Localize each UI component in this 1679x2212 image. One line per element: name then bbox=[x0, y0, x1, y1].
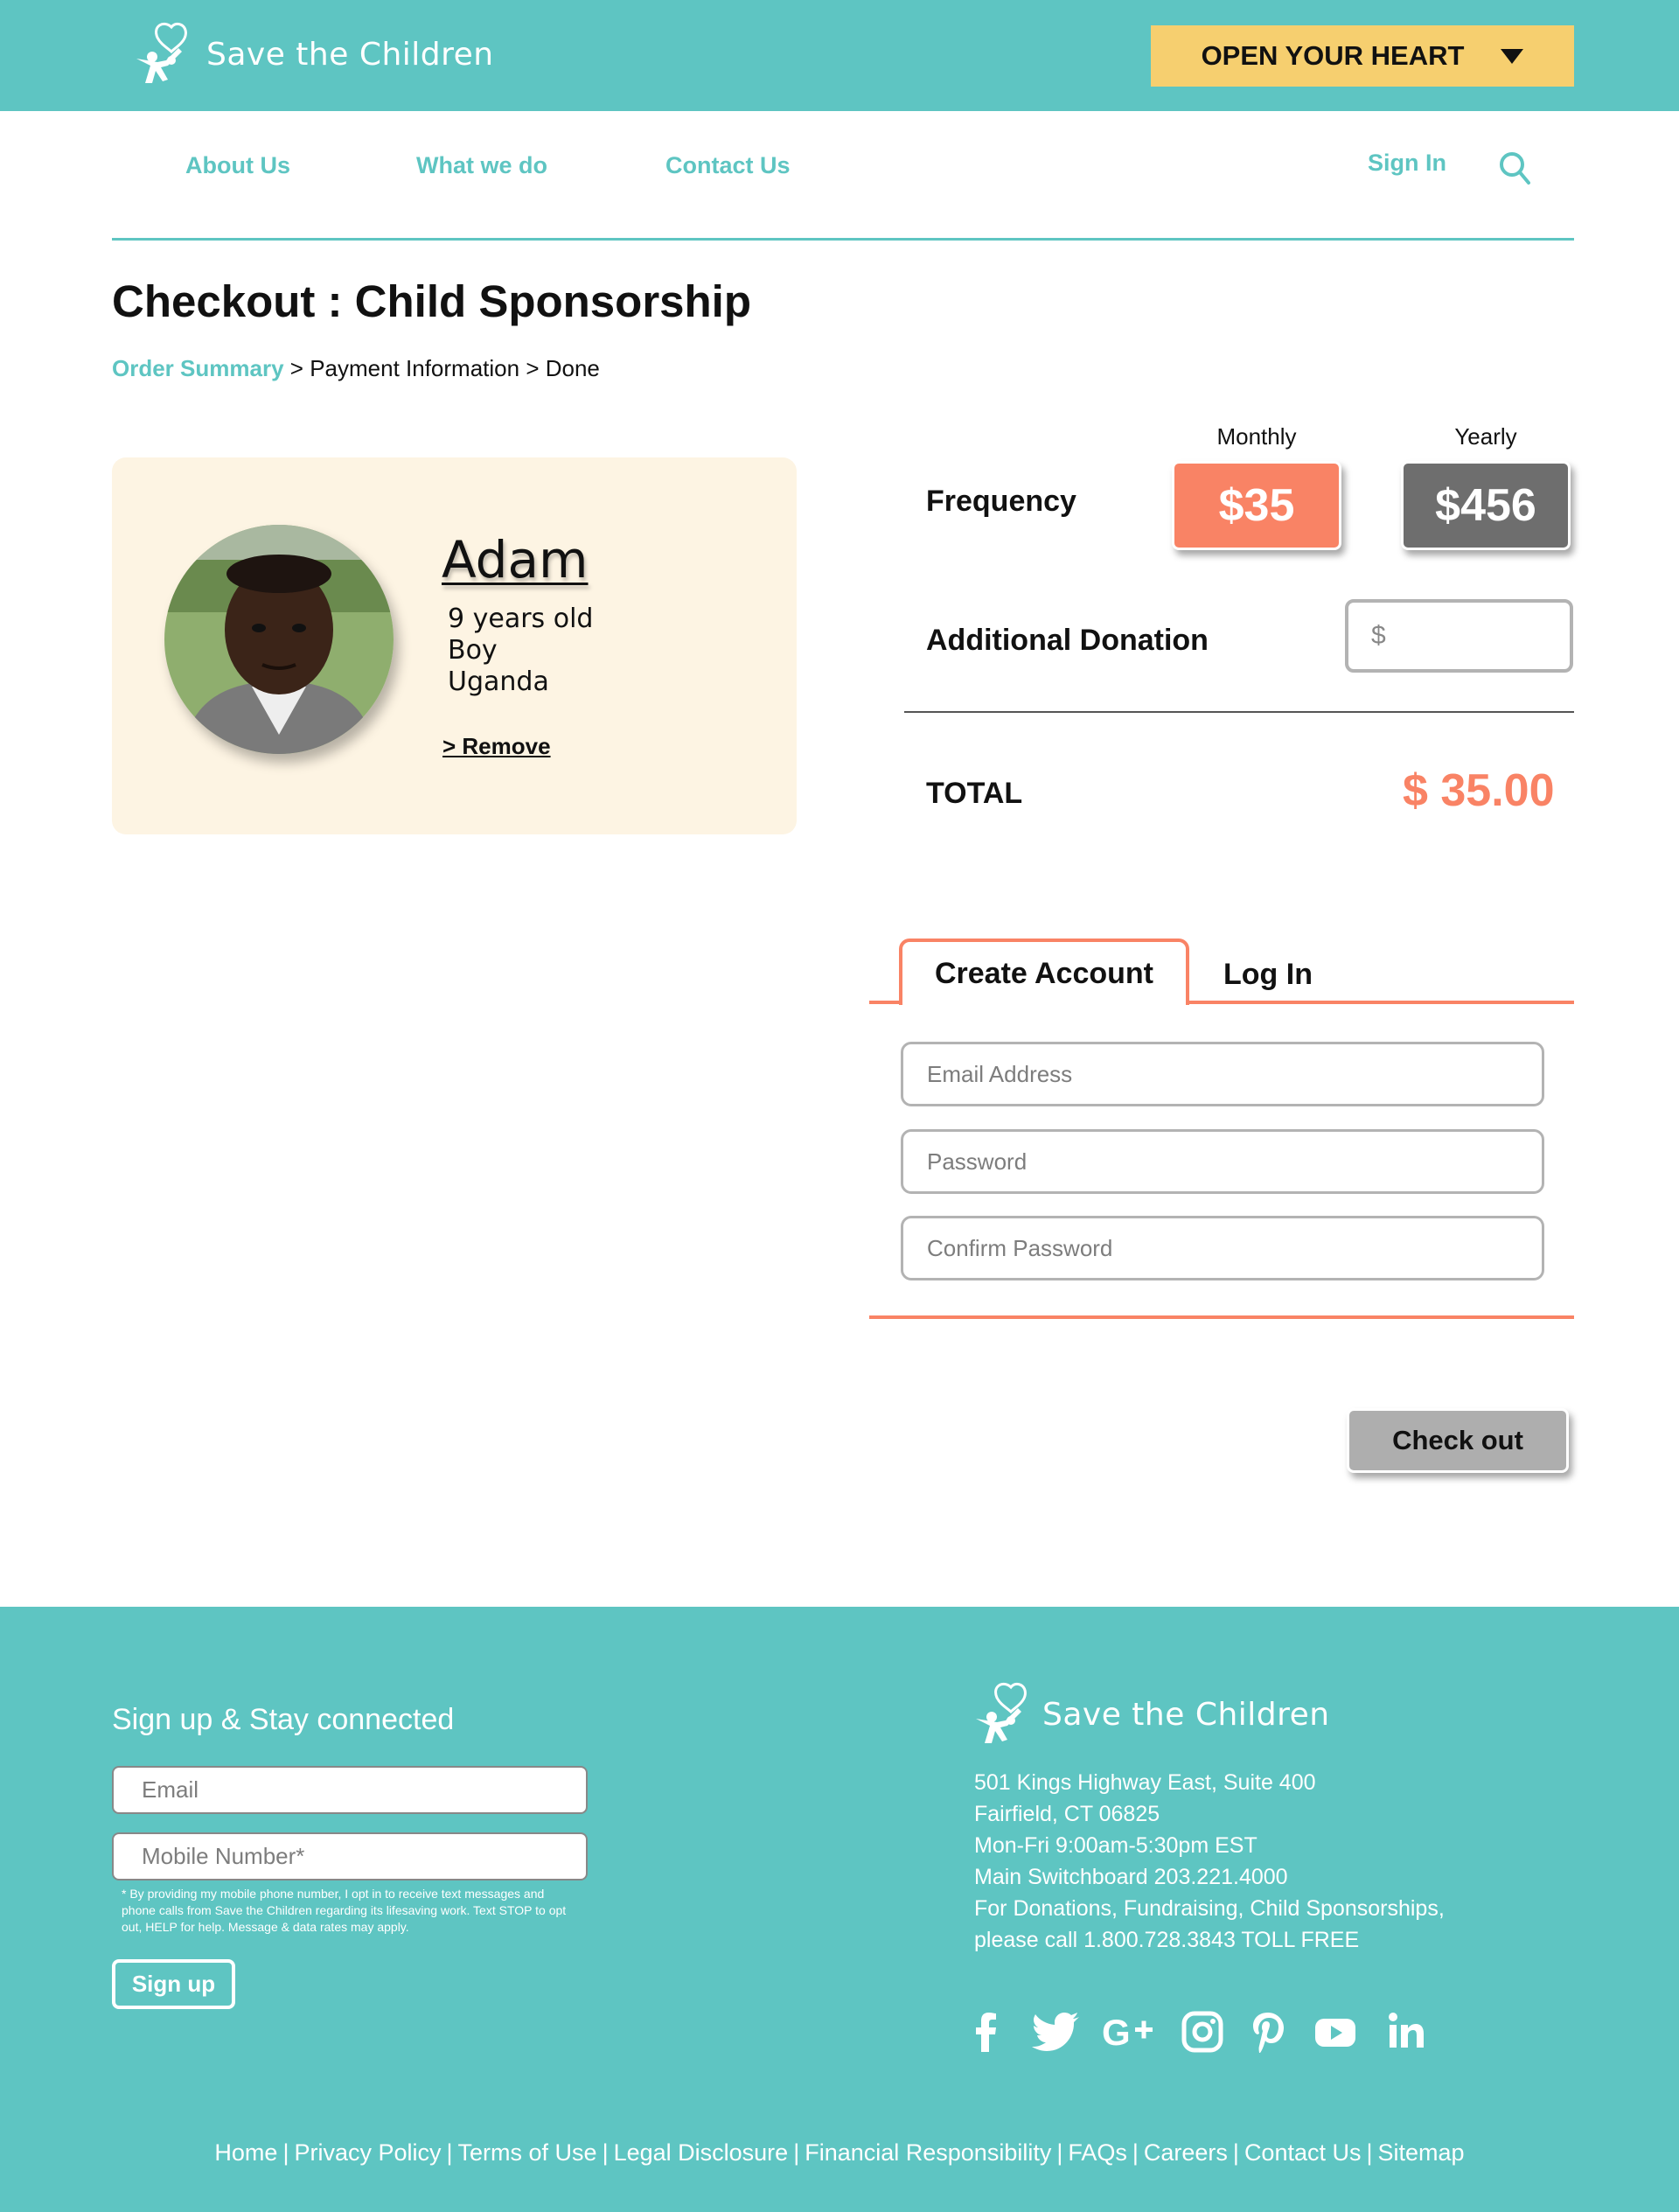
tab-create-account[interactable]: Create Account bbox=[899, 939, 1189, 1005]
checkout-label: Check out bbox=[1392, 1425, 1523, 1455]
footer-link-faqs[interactable]: FAQs bbox=[1068, 2139, 1127, 2166]
confirm-password-input[interactable] bbox=[901, 1216, 1544, 1280]
breadcrumb-separator: > bbox=[289, 355, 303, 381]
total-value: $ 35.00 bbox=[1403, 765, 1555, 816]
form-divider bbox=[869, 1315, 1574, 1319]
remove-link[interactable]: > Remove bbox=[442, 733, 551, 760]
footer-brand-name: Save the Children bbox=[1042, 1696, 1330, 1733]
monthly-option-button[interactable]: $35 bbox=[1172, 461, 1341, 550]
page-title: Checkout : Child Sponsorship bbox=[112, 276, 752, 326]
email-address-input[interactable] bbox=[901, 1042, 1544, 1106]
tab-create-account-label: Create Account bbox=[934, 956, 1154, 990]
child-name: Adam bbox=[442, 530, 589, 590]
sign-up-label: Sign up bbox=[131, 1971, 216, 1997]
child-photo bbox=[164, 525, 394, 754]
monthly-heading: Monthly bbox=[1216, 423, 1297, 450]
address-line: please call 1.800.728.3843 TOLL FREE bbox=[974, 1928, 1360, 1952]
footer-link-contact-us[interactable]: Contact Us bbox=[1244, 2139, 1362, 2166]
footer-heading: Sign up & Stay connected bbox=[112, 1703, 455, 1736]
breadcrumb-payment-information: Payment Information bbox=[310, 355, 520, 381]
footer-link-financial-responsibility[interactable]: Financial Responsibility bbox=[805, 2139, 1051, 2166]
chevron-down-icon bbox=[1501, 48, 1524, 64]
yearly-option-button[interactable]: $456 bbox=[1401, 461, 1571, 550]
total-divider bbox=[904, 711, 1574, 713]
open-your-heart-button[interactable]: OPEN YOUR HEART bbox=[1151, 25, 1574, 87]
breadcrumb-done: Done bbox=[545, 355, 600, 381]
address-line: For Donations, Fundraising, Child Sponso… bbox=[974, 1896, 1445, 1921]
sign-in-link[interactable]: Sign In bbox=[1368, 150, 1446, 177]
password-input[interactable] bbox=[901, 1129, 1544, 1194]
breadcrumb-order-summary[interactable]: Order Summary bbox=[112, 355, 284, 381]
pinterest-icon[interactable] bbox=[1249, 2010, 1287, 2054]
yearly-heading: Yearly bbox=[1454, 423, 1517, 450]
address-line: Main Switchboard 203.221.4000 bbox=[974, 1865, 1288, 1889]
sign-up-button[interactable]: Sign up bbox=[112, 1959, 235, 2009]
instagram-icon[interactable] bbox=[1181, 2010, 1224, 2054]
footer-link-privacy-policy[interactable]: Privacy Policy bbox=[294, 2139, 441, 2166]
footer-email-input[interactable] bbox=[112, 1766, 588, 1814]
total-label: TOTAL bbox=[926, 777, 1023, 810]
tab-log-in[interactable]: Log In bbox=[1223, 958, 1313, 992]
nav-divider bbox=[112, 238, 1574, 241]
nav-about-us[interactable]: About Us bbox=[185, 152, 290, 179]
linkedin-icon[interactable] bbox=[1387, 2010, 1425, 2054]
footer-link-careers[interactable]: Careers bbox=[1144, 2139, 1228, 2166]
footer-brand-logo[interactable]: Save the Children bbox=[972, 1682, 1330, 1745]
address-line: Fairfield, CT 06825 bbox=[974, 1802, 1160, 1826]
twitter-icon[interactable] bbox=[1032, 2010, 1081, 2054]
footer-link-terms-of-use[interactable]: Terms of Use bbox=[458, 2139, 597, 2166]
svg-text:G: G bbox=[1102, 2012, 1131, 2053]
address-line: Mon-Fri 9:00am-5:30pm EST bbox=[974, 1833, 1258, 1858]
additional-donation-label: Additional Donation bbox=[926, 624, 1209, 657]
google-plus-icon[interactable]: G bbox=[1102, 2010, 1156, 2054]
frequency-label: Frequency bbox=[926, 485, 1076, 518]
address-line: 501 Kings Highway East, Suite 400 bbox=[974, 1770, 1316, 1795]
footer-link-home[interactable]: Home bbox=[214, 2139, 277, 2166]
open-your-heart-label: OPEN YOUR HEART bbox=[1201, 40, 1465, 71]
footer-links: Home | Privacy Policy | Terms of Use | Legal D… bbox=[214, 2139, 1465, 2166]
logo-icon bbox=[136, 22, 187, 83]
facebook-icon[interactable] bbox=[965, 2010, 1008, 2054]
child-gender: Boy bbox=[448, 635, 498, 666]
breadcrumb: Order Summary > Payment Information > Do… bbox=[112, 355, 600, 382]
search-icon[interactable] bbox=[1499, 150, 1530, 185]
checkout-button[interactable]: Check out bbox=[1347, 1408, 1569, 1473]
child-age: 9 years old bbox=[448, 604, 594, 634]
brand-logo[interactable]: Save the Children bbox=[133, 19, 494, 89]
youtube-icon[interactable] bbox=[1313, 2010, 1357, 2054]
breadcrumb-separator: > bbox=[526, 355, 540, 381]
nav-contact-us[interactable]: Contact Us bbox=[665, 152, 791, 179]
sms-disclaimer: * By providing my mobile phone number, I… bbox=[122, 1887, 567, 1934]
contact-address: 501 Kings Highway East, Suite 400 Fairfi… bbox=[974, 1767, 1445, 1956]
logo-icon bbox=[976, 1682, 1027, 1743]
footer-mobile-input[interactable] bbox=[112, 1832, 588, 1881]
brand-name: Save the Children bbox=[206, 36, 494, 73]
child-country: Uganda bbox=[448, 666, 549, 697]
nav-what-we-do[interactable]: What we do bbox=[416, 152, 547, 179]
yearly-price: $456 bbox=[1435, 480, 1536, 531]
monthly-price: $35 bbox=[1218, 480, 1295, 531]
footer-link-sitemap[interactable]: Sitemap bbox=[1378, 2139, 1465, 2166]
currency-symbol: $ bbox=[1371, 621, 1386, 650]
additional-donation-input[interactable]: $ bbox=[1345, 599, 1573, 673]
footer-link-legal-disclosure[interactable]: Legal Disclosure bbox=[614, 2139, 789, 2166]
